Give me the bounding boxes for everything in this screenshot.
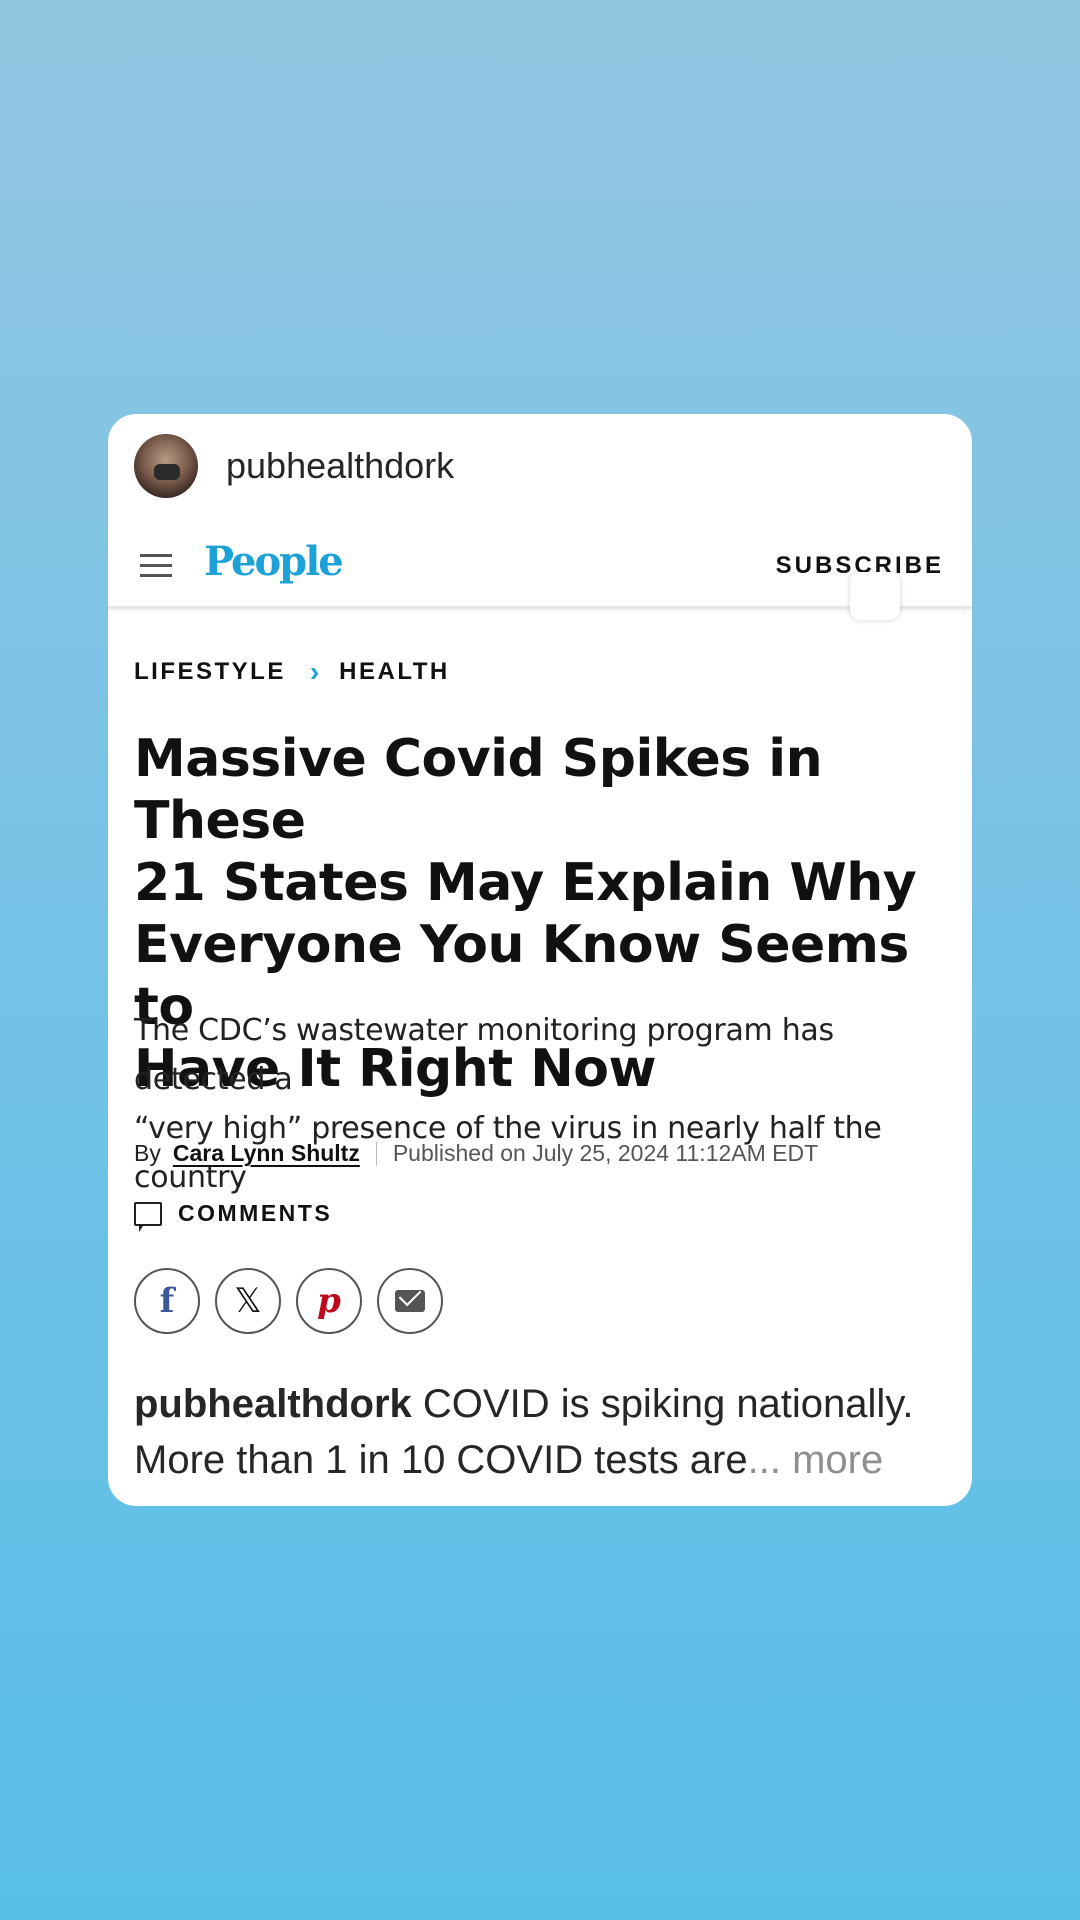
breadcrumb-lifestyle[interactable]: LIFESTYLE xyxy=(134,658,286,686)
author-link[interactable]: Cara Lynn Shultz xyxy=(173,1140,360,1167)
published-date: Published on July 25, 2024 11:12AM EDT xyxy=(392,1140,819,1166)
site-logo[interactable]: People xyxy=(204,538,344,585)
headline-line: 21 States May Explain Why xyxy=(134,853,917,913)
menu-icon[interactable] xyxy=(140,554,172,578)
breadcrumb: LIFESTYLE › HEALTH xyxy=(134,656,450,688)
comments-button[interactable]: COMMENTS xyxy=(134,1200,333,1232)
caption-text-line1: COVID is spiking nationally. xyxy=(411,1382,914,1426)
breadcrumb-health[interactable]: HEALTH xyxy=(339,658,450,686)
byline: By Cara Lynn Shultz Published on July 25… xyxy=(134,1140,818,1167)
more-link[interactable]: more xyxy=(781,1438,883,1482)
pinterest-icon: p xyxy=(317,1281,341,1321)
facebook-share-button[interactable]: f xyxy=(134,1268,200,1334)
byline-divider xyxy=(375,1141,377,1166)
comments-label: COMMENTS xyxy=(178,1200,333,1226)
avatar[interactable] xyxy=(134,434,198,498)
story-card: pubhealthdork People SUBSCRIBE LIFESTYLE… xyxy=(108,414,972,1506)
chevron-right-icon: › xyxy=(309,656,320,687)
article-dek: The CDC’s wastewater monitoring program … xyxy=(134,1006,964,1202)
email-share-button[interactable] xyxy=(377,1268,443,1334)
facebook-icon: f xyxy=(159,1281,175,1321)
post-caption[interactable]: pubhealthdork COVID is spiking nationall… xyxy=(134,1376,964,1488)
post-header: pubhealthdork xyxy=(134,434,454,498)
copy-overlay-icon xyxy=(850,572,912,632)
email-icon xyxy=(395,1290,425,1312)
post-username[interactable]: pubhealthdork xyxy=(226,445,454,487)
byline-prefix: By xyxy=(134,1140,161,1166)
headline-line: Massive Covid Spikes in These xyxy=(134,729,823,851)
x-share-button[interactable]: 𝕏 xyxy=(215,1268,281,1334)
caption-ellipsis: ... xyxy=(747,1438,781,1482)
share-row: f 𝕏 p xyxy=(134,1268,458,1334)
caption-text-line2: More than 1 in 10 COVID tests are xyxy=(134,1438,748,1482)
dek-line: The CDC’s wastewater monitoring program … xyxy=(134,1013,834,1097)
comment-icon xyxy=(134,1201,162,1232)
pinterest-share-button[interactable]: p xyxy=(296,1268,362,1334)
caption-username[interactable]: pubhealthdork xyxy=(134,1382,412,1426)
site-header: People SUBSCRIBE xyxy=(108,526,972,609)
x-icon: 𝕏 xyxy=(234,1281,262,1321)
